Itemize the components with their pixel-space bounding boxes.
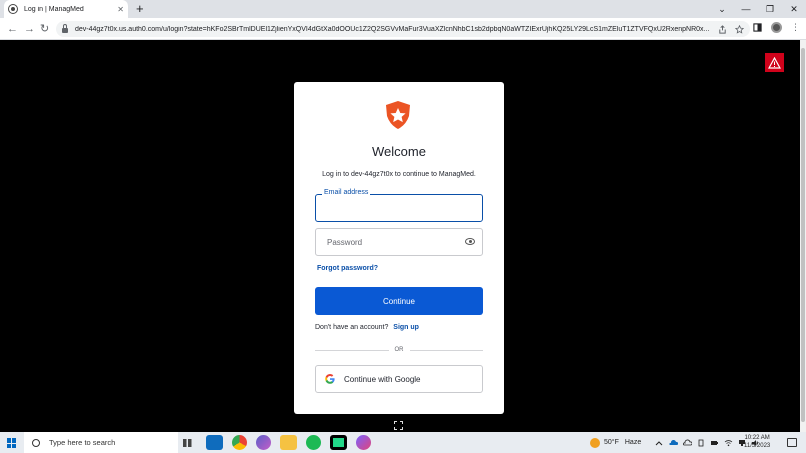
taskbar-search-input[interactable]: Type here to search <box>24 432 178 453</box>
window-controls: ⌄ — ❐ ✕ <box>710 0 806 18</box>
weather-icon[interactable] <box>590 437 600 448</box>
search-icon <box>32 438 40 447</box>
notifications-icon[interactable] <box>787 438 797 447</box>
email-label: Email address <box>322 189 371 196</box>
task-view-icon[interactable] <box>180 435 197 450</box>
windows-taskbar: Type here to search 50°F Haze 10:22 AM 1… <box>0 432 806 453</box>
scrollbar-thumb[interactable] <box>801 48 805 422</box>
google-icon <box>325 374 335 384</box>
pycharm-icon[interactable] <box>330 435 347 450</box>
chat-app-icon[interactable] <box>356 435 371 450</box>
loading-icon <box>394 421 403 430</box>
or-text: OR <box>394 347 404 353</box>
auth0-logo-icon <box>386 101 410 129</box>
chevron-up-icon[interactable] <box>655 439 663 447</box>
password-placeholder: Password <box>327 238 363 247</box>
usb-icon[interactable] <box>697 439 705 447</box>
clock-date: 11/5/2023 <box>744 443 771 449</box>
share-icon[interactable] <box>718 24 727 34</box>
reload-button[interactable]: ↻ <box>40 22 49 36</box>
continue-with-google-button[interactable]: Continue with Google <box>315 365 483 393</box>
menu-icon[interactable]: ⋮ <box>791 22 800 33</box>
minimize-button[interactable]: — <box>734 4 758 14</box>
continue-button[interactable]: Continue <box>315 287 483 315</box>
page-scrollbar[interactable] <box>800 40 806 432</box>
weather-temp[interactable]: 50°F <box>604 439 619 446</box>
no-account-text: Don't have an account? <box>315 324 389 331</box>
page-title: Welcome <box>372 144 426 159</box>
login-card: Welcome Log in to dev-44gz7t0x to contin… <box>294 82 504 414</box>
wifi-icon[interactable] <box>724 439 733 447</box>
tab-close-icon[interactable]: ✕ <box>117 5 124 14</box>
system-tray: 50°F Haze <box>590 432 760 453</box>
signup-row: Don't have an account? Sign up <box>315 324 419 331</box>
globe-icon <box>8 4 18 14</box>
mail-icon[interactable] <box>206 435 223 450</box>
browser-toolbar: ← → ↻ dev-44gz7t0x.us.auth0.com/u/login?… <box>0 18 806 40</box>
forgot-password-link[interactable]: Forgot password? <box>317 265 378 272</box>
new-tab-button[interactable]: + <box>136 1 144 17</box>
taskbar-clock[interactable]: 10:22 AM 11/5/2023 <box>744 434 770 450</box>
show-password-eye-icon[interactable] <box>465 238 475 245</box>
browser-titlebar: Log in | ManagMed ✕ + ⌄ — ❐ ✕ <box>0 0 806 18</box>
bookmark-star-icon[interactable] <box>735 24 744 34</box>
chrome-icon[interactable] <box>232 435 247 450</box>
file-explorer-icon[interactable] <box>280 435 297 450</box>
battery-icon[interactable] <box>710 439 719 447</box>
copilot-icon[interactable] <box>256 435 271 450</box>
password-field[interactable]: Password <box>315 228 483 256</box>
spotify-icon[interactable] <box>306 435 321 450</box>
address-bar[interactable]: dev-44gz7t0x.us.auth0.com/u/login?state=… <box>56 21 750 37</box>
windows-start-icon[interactable] <box>7 438 17 448</box>
back-button[interactable]: ← <box>7 22 18 36</box>
onedrive-icon[interactable] <box>669 439 679 447</box>
taskbar-apps <box>180 435 371 450</box>
login-subtitle: Log in to dev-44gz7t0x to continue to Ma… <box>322 171 476 178</box>
browser-tab[interactable]: Log in | ManagMed ✕ <box>4 0 128 18</box>
lock-icon[interactable] <box>62 23 68 33</box>
taskbar-search-placeholder: Type here to search <box>49 438 116 447</box>
profile-avatar[interactable] <box>771 22 782 33</box>
side-panel-icon[interactable] <box>753 23 762 32</box>
warning-icon[interactable] <box>765 53 784 72</box>
close-window-button[interactable]: ✕ <box>782 4 806 15</box>
url-text[interactable]: dev-44gz7t0x.us.auth0.com/u/login?state=… <box>75 26 718 33</box>
forward-button[interactable]: → <box>24 22 35 36</box>
restore-button[interactable]: ❐ <box>758 4 782 15</box>
signup-link[interactable]: Sign up <box>393 324 419 331</box>
cloud-icon[interactable] <box>683 439 693 447</box>
tab-search-icon[interactable]: ⌄ <box>710 4 734 15</box>
weather-condition[interactable]: Haze <box>625 439 641 446</box>
clock-time: 10:22 AM <box>744 435 770 441</box>
email-field[interactable]: Email address <box>315 189 483 222</box>
or-divider: OR <box>315 345 483 355</box>
tab-title: Log in | ManagMed <box>24 5 84 13</box>
google-button-label: Continue with Google <box>344 374 421 384</box>
